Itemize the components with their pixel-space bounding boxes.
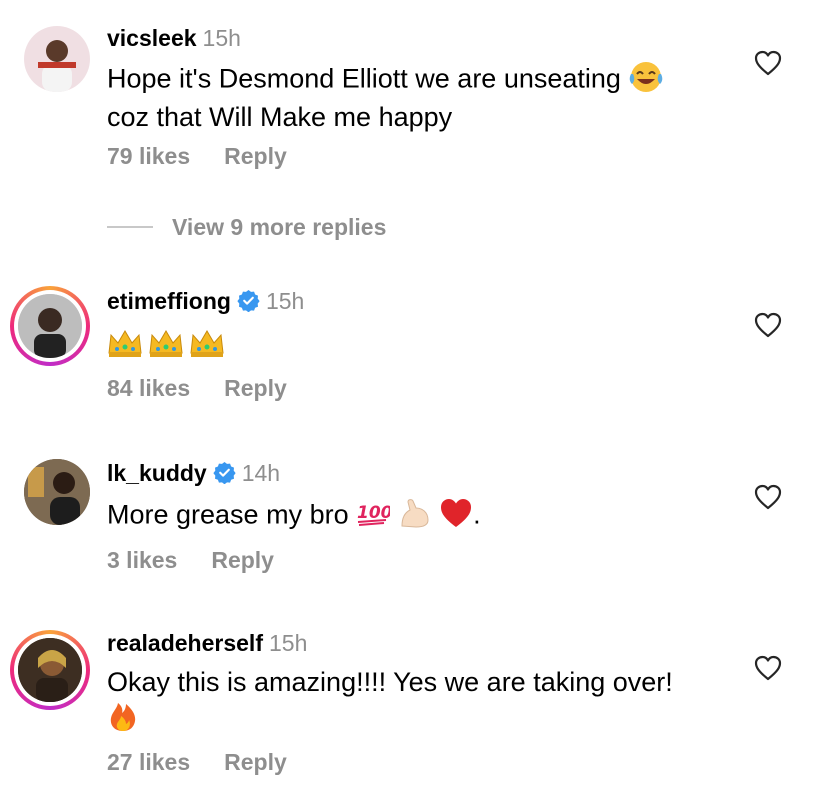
view-more-label: View 9 more replies [172, 214, 387, 240]
avatar-photo [38, 40, 76, 92]
username[interactable]: etimeffiong [107, 288, 231, 314]
comment-text-main: More grease my bro [107, 499, 349, 530]
crown-emoji [108, 330, 224, 358]
verified-badge-icon [213, 461, 236, 484]
red-heart-emoji [439, 497, 473, 536]
verified-badge-icon [237, 289, 260, 312]
avatar[interactable] [24, 26, 90, 92]
timestamp: 15h [265, 288, 305, 314]
comment-text: Okay this is amazing!!!! Yes we are taki… [107, 666, 727, 739]
timestamp: 14h [241, 460, 281, 486]
avatar-story-ring[interactable] [10, 630, 90, 710]
comment-text: More grease my bro 100 . [107, 496, 727, 537]
heart-icon[interactable] [754, 655, 782, 681]
avatar-story-ring[interactable] [10, 286, 90, 366]
avatar [18, 294, 82, 358]
heart-icon[interactable] [754, 484, 782, 510]
reply-button[interactable]: Reply [224, 749, 287, 775]
likes-count[interactable]: 79 likes [107, 143, 190, 169]
timestamp: 15h [268, 630, 308, 656]
divider [107, 226, 153, 228]
username[interactable]: lk_kuddy [107, 460, 207, 486]
avatar[interactable] [24, 459, 90, 525]
comment-text: Hope it's Desmond Elliott we are unseati… [107, 60, 727, 133]
username[interactable]: vicsleek [107, 25, 197, 51]
heart-icon[interactable] [754, 312, 782, 338]
reply-button[interactable]: Reply [211, 547, 274, 573]
comment-text-end: . [473, 499, 481, 530]
avatar-photo [18, 638, 82, 702]
fire-emoji [107, 698, 139, 739]
comment-meta: 3 likes Reply [107, 546, 308, 574]
timestamp: 15h [202, 25, 241, 51]
comment-meta: 84 likes Reply [107, 374, 321, 402]
comment-header: realadeherself 15h [107, 629, 307, 657]
comment-text-main: Okay this is amazing!!!! Yes we are taki… [107, 667, 673, 697]
likes-count[interactable]: 3 likes [107, 547, 177, 573]
comment-text-line-2: coz that Will Make me happy [107, 102, 453, 132]
comment-header: etimeffiong 15h [107, 287, 304, 315]
comment-header: vicsleek 15h [107, 24, 241, 52]
avatar-photo [18, 294, 82, 358]
reply-button[interactable]: Reply [224, 375, 287, 401]
reply-button[interactable]: Reply [224, 143, 287, 169]
comment-header: lk_kuddy 14h [107, 459, 280, 487]
avatar [18, 638, 82, 702]
likes-count[interactable]: 84 likes [107, 375, 190, 401]
view-more-replies[interactable]: View 9 more replies [107, 213, 386, 241]
laughing-crying-emoji [628, 60, 664, 101]
comment-text-line-1: Hope it's Desmond Elliott we are unseati… [107, 63, 621, 94]
avatar-photo [24, 459, 90, 525]
comment-meta: 79 likes Reply [107, 142, 321, 170]
heart-icon[interactable] [754, 50, 782, 76]
hundred-points-emoji: 100 [356, 498, 393, 535]
comment-text [107, 327, 727, 366]
comment-meta: 27 likes Reply [107, 748, 321, 776]
likes-count[interactable]: 27 likes [107, 749, 190, 775]
flexed-biceps-emoji [398, 496, 432, 537]
username[interactable]: realadeherself [107, 630, 263, 656]
